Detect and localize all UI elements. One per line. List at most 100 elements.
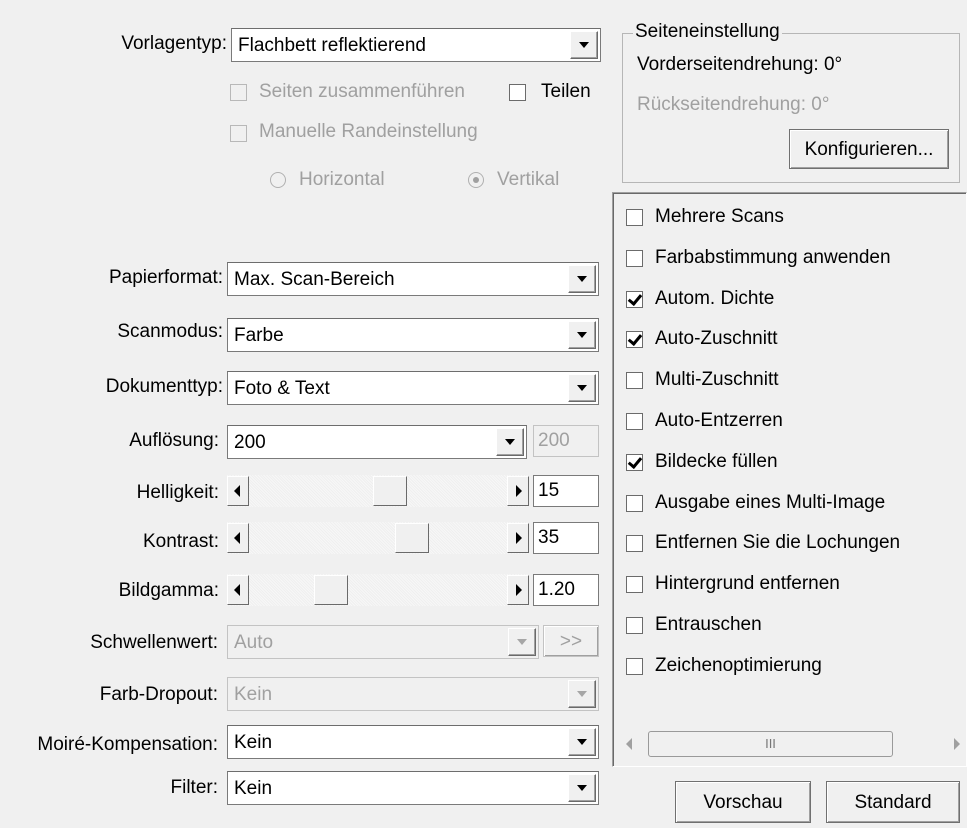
- moire-select[interactable]: Kein: [227, 725, 599, 759]
- vorschau-button[interactable]: Vorschau: [675, 781, 811, 823]
- option-label: Ausgabe eines Multi-Image: [655, 491, 886, 513]
- moire-value: Kein: [234, 732, 273, 753]
- dokumenttyp-label: Dokumenttyp:: [105, 376, 223, 397]
- farb-dropout-value: Kein: [234, 684, 273, 705]
- chevron-down-icon[interactable]: [496, 428, 524, 456]
- helligkeit-value[interactable]: 15: [533, 475, 599, 507]
- option-checkbox[interactable]: [626, 290, 643, 308]
- option-label: Autom. Dichte: [655, 287, 775, 309]
- arrow-right-icon[interactable]: [507, 523, 529, 553]
- kontrast-label: Kontrast:: [142, 531, 219, 552]
- option-checkbox[interactable]: [626, 576, 643, 594]
- option-checkbox[interactable]: [626, 494, 643, 512]
- schwellenwert-select[interactable]: Auto: [227, 625, 539, 659]
- bildgamma-value[interactable]: 1.20: [533, 574, 599, 606]
- option-checkbox[interactable]: [626, 535, 643, 553]
- bildgamma-slider[interactable]: [227, 574, 529, 606]
- aufloesung-label: Auflösung:: [129, 430, 219, 451]
- option-label: Entrauschen: [655, 614, 762, 635]
- helligkeit-slider[interactable]: [227, 475, 529, 507]
- chevron-down-icon[interactable]: [568, 728, 596, 756]
- option-checkbox[interactable]: [626, 413, 643, 430]
- option-label: Farbabstimmung anwenden: [655, 246, 891, 268]
- arrow-left-icon[interactable]: [227, 476, 249, 506]
- aufloesung-value: 200: [234, 432, 266, 453]
- moire-label: Moiré-Kompensation:: [37, 734, 218, 755]
- option-label: Auto-Entzerren: [655, 410, 783, 431]
- slider-thumb[interactable]: [314, 575, 348, 605]
- manuelle-rand-checkbox[interactable]: [230, 125, 247, 142]
- aufloesung-box: 200: [533, 425, 599, 457]
- option-checkbox[interactable]: [626, 331, 643, 349]
- schwellenwert-more-button[interactable]: >>: [543, 625, 599, 657]
- option-label: Auto-Zuschnitt: [655, 328, 778, 350]
- chevron-down-icon[interactable]: [568, 265, 596, 293]
- seiten-zusammen-checkbox[interactable]: [230, 84, 247, 101]
- vertikal-label: Vertikal: [497, 169, 560, 190]
- option-checkbox[interactable]: [626, 249, 643, 267]
- scanmodus-value: Farbe: [234, 325, 284, 346]
- filter-value: Kein: [234, 778, 273, 799]
- papierformat-label: Papierformat:: [108, 267, 223, 288]
- option-checkbox[interactable]: [626, 209, 643, 226]
- slider-thumb[interactable]: [395, 523, 429, 553]
- farb-dropout-select[interactable]: Kein: [227, 677, 599, 711]
- helligkeit-label: Helligkeit:: [136, 482, 219, 503]
- arrow-left-icon[interactable]: [227, 523, 249, 553]
- kontrast-slider[interactable]: [227, 522, 529, 554]
- papierformat-select[interactable]: Max. Scan-Bereich: [227, 262, 599, 296]
- options-panel: Mehrere Scans Farbabstimmung anwenden Auto…: [612, 192, 967, 767]
- scroll-left-icon[interactable]: [626, 738, 632, 750]
- chevron-down-icon[interactable]: [568, 321, 596, 349]
- standard-button[interactable]: Standard: [826, 781, 960, 823]
- vorlagentyp-label: Vorlagentyp:: [121, 33, 227, 54]
- filter-select[interactable]: Kein: [227, 771, 599, 805]
- vorderseitendrehung-text: Vorderseitendrehung: 0°: [637, 54, 843, 75]
- option-checkbox[interactable]: [626, 657, 643, 675]
- option-label: Zeichenoptimierung: [655, 654, 822, 676]
- arrow-left-icon[interactable]: [227, 575, 249, 605]
- teilen-label: Teilen: [541, 81, 591, 102]
- option-checkbox[interactable]: [626, 617, 643, 634]
- chevron-down-icon[interactable]: [568, 374, 596, 402]
- option-label: Hintergrund entfernen: [655, 573, 840, 595]
- chevron-down-icon[interactable]: [508, 628, 536, 656]
- horizontal-label: Horizontal: [299, 169, 385, 190]
- seiteneinstellung-group: Seiteneinstellung Vorderseitendrehung: 0…: [622, 21, 960, 183]
- option-label: Mehrere Scans: [655, 206, 784, 227]
- scroll-thumb[interactable]: III: [648, 731, 893, 757]
- horizontal-scrollbar[interactable]: III: [616, 729, 964, 761]
- vorlagentyp-select[interactable]: Flachbett reflektierend: [231, 28, 601, 62]
- option-label: Bildecke füllen: [655, 450, 778, 472]
- scroll-right-icon[interactable]: [954, 738, 960, 750]
- option-checkbox[interactable]: [626, 372, 643, 390]
- option-label: Multi-Zuschnitt: [655, 369, 779, 391]
- papierformat-value: Max. Scan-Bereich: [234, 269, 395, 290]
- kontrast-value[interactable]: 35: [533, 522, 599, 554]
- rueckseitendrehung-text: Rückseitendrehung: 0°: [637, 94, 830, 115]
- horizontal-radio[interactable]: [270, 172, 286, 188]
- vertikal-radio[interactable]: [468, 172, 484, 188]
- filter-label: Filter:: [170, 777, 219, 798]
- scanmodus-label: Scanmodus:: [117, 321, 223, 342]
- scanmodus-select[interactable]: Farbe: [227, 318, 599, 352]
- chevron-down-icon[interactable]: [570, 31, 598, 59]
- konfigurieren-button[interactable]: Konfigurieren...: [789, 129, 949, 169]
- arrow-right-icon[interactable]: [507, 575, 529, 605]
- bildgamma-label: Bildgamma:: [118, 580, 219, 601]
- option-label: Entfernen Sie die Lochungen: [655, 532, 901, 554]
- aufloesung-select[interactable]: 200: [227, 425, 527, 459]
- chevron-down-icon[interactable]: [568, 680, 596, 708]
- vorlagentyp-value: Flachbett reflektierend: [238, 35, 426, 56]
- seiteneinstellung-title: Seiteneinstellung: [633, 21, 782, 43]
- chevron-down-icon[interactable]: [568, 774, 596, 802]
- dokumenttyp-select[interactable]: Foto & Text: [227, 371, 599, 405]
- seiten-zusammen-label: Seiten zusammenführen: [259, 81, 465, 102]
- schwellenwert-value: Auto: [234, 632, 274, 653]
- slider-thumb[interactable]: [373, 476, 407, 506]
- option-checkbox[interactable]: [626, 453, 643, 471]
- teilen-checkbox[interactable]: [509, 84, 526, 101]
- arrow-right-icon[interactable]: [507, 476, 529, 506]
- manuelle-rand-label: Manuelle Randeinstellung: [259, 121, 478, 142]
- schwellenwert-label: Schwellenwert:: [90, 632, 218, 653]
